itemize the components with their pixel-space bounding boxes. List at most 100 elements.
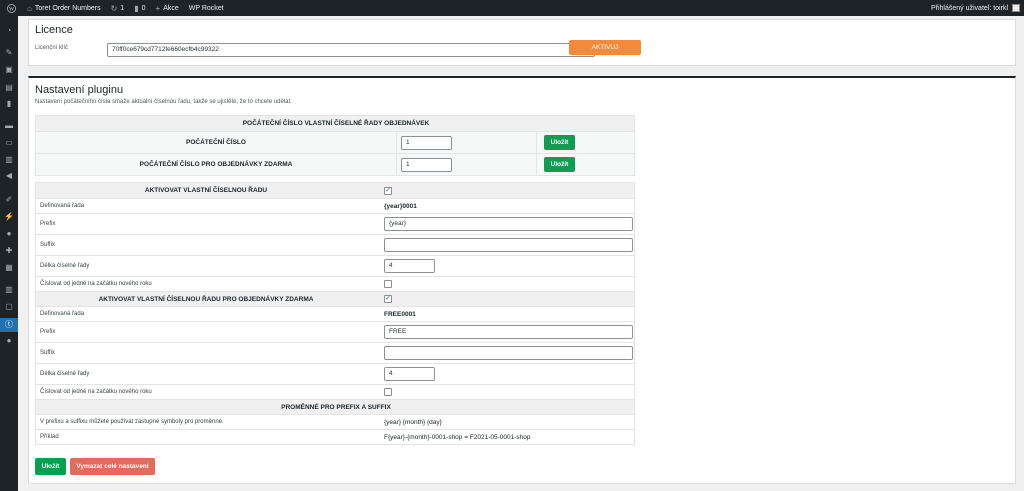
series-free-defined-label: Definovaná řada	[40, 311, 85, 317]
toret-icon[interactable]: ▥	[3, 285, 15, 295]
series-defined-label: Definovaná řada	[40, 203, 85, 209]
appearance-icon[interactable]: ✐	[3, 195, 15, 205]
home-icon: ⌂	[27, 3, 32, 13]
series-free-suffix-row: Suffix	[36, 342, 634, 363]
licence-panel: Licence Licenční klíč 70ff0ce679cd7712fe…	[28, 19, 1016, 66]
start-free-number-input[interactable]: 1	[401, 158, 452, 172]
series-free-prefix-input[interactable]: FREE	[384, 325, 633, 339]
new-content-link[interactable]: + Akce	[151, 0, 184, 16]
number-series-table: AKTIVOVAT VLASTNÍ ČÍSELNOU ŘADU ✓ Defino…	[35, 182, 635, 445]
comments-count: 0	[141, 4, 146, 12]
series-reset-checkbox[interactable]	[384, 280, 392, 288]
licence-key-input[interactable]: 70ff0ce679cd7712fe660ecfb4c99322	[107, 43, 595, 57]
series-free-reset-label: Číslovat od jedné na začátku nového roku	[40, 389, 152, 395]
admin-bar: W ⌂ Toret Order Numbers ↻ 1 ▮ 0 + Akce W…	[0, 0, 1024, 16]
avatar	[1012, 4, 1020, 12]
wp-rocket-link[interactable]: WP Rocket	[184, 0, 229, 16]
pages-icon[interactable]: ▤	[3, 83, 15, 93]
delete-settings-button[interactable]: Vymazat celé nastavení	[70, 458, 155, 475]
marketing-icon[interactable]: ◀	[3, 171, 15, 181]
start-number-heading: POČÁTEČNÍ ČÍSLO VLASTNÍ ČÍSELNÉ ŘADY OBJ…	[242, 120, 430, 127]
series-free-activate-label: AKTIVOVAT VLASTNÍ ČÍSELNOU ŘADU PRO OBJE…	[98, 295, 314, 303]
variables-heading: PROMĚNNÉ PRO PREFIX A SUFFIX	[281, 403, 391, 411]
products-icon[interactable]: ▭	[3, 138, 15, 148]
variables-info-label: V prefixu a suffixu můžete používat zást…	[40, 419, 224, 425]
comments-icon: ▮	[134, 3, 139, 13]
series-suffix-row: Suffix	[36, 234, 634, 255]
series-free-prefix-row: Prefix FREE	[36, 321, 634, 342]
activate-button[interactable]: AKTIVUJ	[569, 40, 641, 55]
admin-side-menu: ◔ ✎ ▣ ▤ ▮ ▬ ▭ ▥ ◀ ✐ ⚡ ● ✚ ▦ ▥ ▢ ⓣ ●	[0, 16, 18, 491]
start-number-input[interactable]: 1	[401, 136, 452, 150]
settings-panel: Nastavení pluginu Nastavení počátečního …	[28, 76, 1016, 484]
plus-icon: +	[155, 3, 161, 13]
series-prefix-label: Prefix	[40, 221, 56, 227]
series-free-suffix-input[interactable]	[384, 346, 633, 360]
series-suffix-input[interactable]	[384, 238, 633, 252]
variables-example-value: F{year}-{month}-0001-shop = F2021-05-000…	[384, 433, 531, 441]
series-free-suffix-label: Suffix	[40, 350, 55, 356]
updates-link[interactable]: ↻ 1	[106, 0, 130, 16]
comments-menu-icon[interactable]: ▮	[3, 99, 15, 109]
variables-info-row: V prefixu a suffixu můžete používat zást…	[36, 414, 634, 429]
variables-example-row: Příklad F{year}-{month}-0001-shop = F202…	[36, 429, 634, 444]
settings-title: Nastavení pluginu	[35, 84, 124, 96]
series-free-length-input[interactable]: 4	[384, 367, 435, 381]
dashboard-icon[interactable]: ◔	[3, 26, 15, 36]
licence-title: Licence	[35, 24, 73, 36]
pin-icon[interactable]: ✎	[3, 48, 15, 58]
variables-heading-row: PROMĚNNÉ PRO PREFIX A SUFFIX	[36, 399, 634, 414]
series-free-length-row: Délka číselné řady 4	[36, 363, 634, 384]
user-label: Přihlášený uživatel: toirkl	[930, 4, 1008, 12]
series-free-prefix-label: Prefix	[40, 329, 56, 335]
series-reset-label: Číslovat od jedné na začátku nového roku	[40, 281, 152, 287]
save-settings-button[interactable]: Uložit	[35, 458, 66, 475]
licence-key-label: Licenční klíč	[35, 45, 69, 51]
save-start-free-number-button[interactable]: Uložit	[544, 157, 575, 172]
site-name-link[interactable]: ⌂ Toret Order Numbers	[22, 0, 106, 16]
series-free-reset-row: Číslovat od jedné na začátku nového roku	[36, 384, 634, 399]
plugins-icon[interactable]: ⚡	[3, 212, 15, 222]
series-activate-label: AKTIVOVAT VLASTNÍ ČÍSELNOU ŘADU	[144, 187, 268, 194]
series-activate-checkbox[interactable]: ✓	[384, 186, 392, 195]
wordpress-icon[interactable]: W	[0, 0, 22, 16]
start-free-number-row: POČÁTEČNÍ ČÍSLO PRO OBJEDNÁVKY ZDARMA 1 …	[36, 153, 634, 175]
analytics-icon[interactable]: ▥	[3, 155, 15, 165]
tools-icon[interactable]: ✚	[3, 246, 15, 256]
series-free-reset-checkbox[interactable]	[384, 388, 392, 396]
svg-text:W: W	[9, 7, 14, 12]
site-name: Toret Order Numbers	[34, 4, 101, 12]
series-free-activate-checkbox[interactable]: ✓	[384, 295, 392, 303]
series-free-defined-row: Definovaná řada FREE0001	[36, 306, 634, 321]
media-icon[interactable]: ▣	[3, 65, 15, 75]
order-numbers-icon[interactable]: ⓣ	[0, 318, 18, 332]
collapse-menu-icon[interactable]: ●	[3, 336, 15, 346]
series-prefix-input[interactable]: {year}	[384, 217, 633, 231]
save-start-number-button[interactable]: Uložit	[544, 135, 575, 150]
settings-icon[interactable]: ▦	[3, 263, 15, 273]
series-length-row: Délka číselné řady 4	[36, 255, 634, 276]
series-free-activate-row: AKTIVOVAT VLASTNÍ ČÍSELNOU ŘADU PRO OBJE…	[36, 291, 634, 306]
series-prefix-row: Prefix {year}	[36, 213, 634, 234]
series-length-input[interactable]: 4	[384, 259, 435, 273]
series-defined-value: {year}0001	[384, 202, 417, 210]
updates-count: 1	[120, 4, 125, 12]
series-reset-row: Číslovat od jedné na začátku nového roku	[36, 276, 634, 291]
variables-example-label: Příklad	[40, 434, 59, 440]
series-suffix-label: Suffix	[40, 242, 55, 248]
start-number-table: POČÁTEČNÍ ČÍSLO VLASTNÍ ČÍSELNÉ ŘADY OBJ…	[35, 115, 635, 176]
series-length-label: Délka číselné řady	[40, 263, 90, 269]
users-icon[interactable]: ●	[3, 229, 15, 239]
series-free-length-label: Délka číselné řady	[40, 371, 90, 377]
wp-rocket-label: WP Rocket	[188, 4, 224, 12]
woocommerce-icon[interactable]: ▬	[3, 121, 15, 131]
variables-info-value: {year} {month} {day}	[384, 418, 442, 426]
start-free-number-label: POČÁTEČNÍ ČÍSLO PRO OBJEDNÁVKY ZDARMA	[139, 161, 293, 168]
series-free-defined-value: FREE0001	[384, 310, 416, 318]
start-number-heading-row: POČÁTEČNÍ ČÍSLO VLASTNÍ ČÍSELNÉ ŘADY OBJ…	[36, 116, 634, 131]
chat-icon[interactable]: ▢	[3, 302, 15, 312]
start-number-label: POČÁTEČNÍ ČÍSLO	[186, 139, 246, 146]
comments-link[interactable]: ▮ 0	[129, 0, 150, 16]
user-account-link[interactable]: Přihlášený uživatel: toirkl	[926, 0, 1024, 16]
start-number-row: POČÁTEČNÍ ČÍSLO 1 Uložit	[36, 131, 634, 153]
